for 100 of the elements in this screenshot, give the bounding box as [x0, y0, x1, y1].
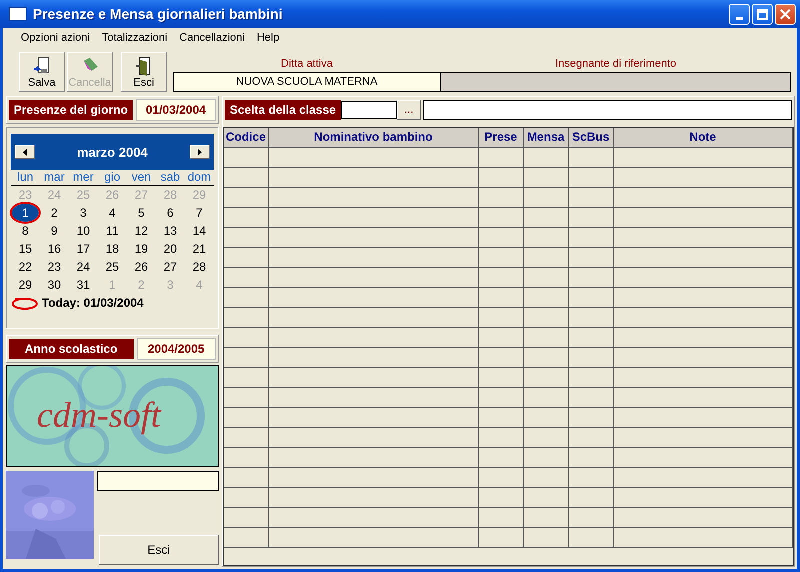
today-label[interactable]: Today: 01/03/2004 [42, 296, 144, 310]
table-cell [524, 288, 569, 308]
school-year-field[interactable]: 2004/2005 [136, 338, 216, 360]
table-cell [479, 488, 524, 508]
table-cell [479, 328, 524, 348]
window-title: Presenze e Mensa giornalieri bambini [33, 6, 284, 22]
calendar-day[interactable]: 24 [70, 258, 97, 276]
table-cell [569, 348, 614, 368]
table-cell [224, 488, 269, 508]
menu-item[interactable]: Totalizzazioni [96, 32, 174, 44]
month-title: marzo 2004 [77, 144, 148, 160]
calendar-day[interactable]: 15 [12, 240, 39, 258]
minimize-button[interactable] [729, 4, 750, 24]
calendar-day[interactable]: 26 [128, 258, 155, 276]
table-cell [479, 408, 524, 428]
table-cell [224, 428, 269, 448]
table-cell [569, 228, 614, 248]
calendar-day[interactable]: 19 [128, 240, 155, 258]
table-cell [224, 408, 269, 428]
table-cell [569, 288, 614, 308]
menu-item[interactable]: Cancellazioni [174, 32, 251, 44]
table-cell [524, 188, 569, 208]
calendar-day[interactable]: 27 [157, 258, 184, 276]
calendar-day[interactable]: 11 [99, 222, 126, 240]
column-header[interactable]: Note [614, 128, 793, 148]
calendar-day[interactable]: 21 [186, 240, 213, 258]
calendar-day[interactable]: 1 [12, 204, 39, 222]
calendar-day[interactable]: 29 [12, 276, 39, 294]
calendar-day[interactable]: 4 [99, 204, 126, 222]
table-cell [569, 468, 614, 488]
table-cell [479, 268, 524, 288]
table-cell [524, 328, 569, 348]
calendar-day[interactable]: 25 [99, 258, 126, 276]
browse-button[interactable]: ... [397, 100, 422, 120]
calendar-day[interactable]: 9 [41, 222, 68, 240]
exit-button[interactable]: Esci [99, 535, 219, 565]
class-name-field[interactable] [423, 100, 792, 120]
calendar-day[interactable]: 8 [12, 222, 39, 240]
table-cell [569, 168, 614, 188]
calendar-day[interactable]: 28 [186, 258, 213, 276]
input-field[interactable] [97, 471, 219, 491]
column-header[interactable]: Codice [224, 128, 269, 148]
today-marker-icon [11, 296, 39, 310]
table-cell [524, 508, 569, 528]
calendar-day[interactable]: 2 [41, 204, 68, 222]
menu-item[interactable]: Help [250, 32, 286, 44]
next-month-button[interactable] [190, 145, 210, 159]
table-cell [524, 268, 569, 288]
table-cell [224, 528, 269, 548]
table-cell [224, 468, 269, 488]
table-cell [479, 508, 524, 528]
logo-text: cdm-soft [37, 394, 161, 436]
column-header[interactable]: ScBus [569, 128, 614, 148]
column-header[interactable]: Mensa [524, 128, 569, 148]
table-cell [224, 508, 269, 528]
table-cell [479, 388, 524, 408]
calendar-day[interactable]: 13 [157, 222, 184, 240]
table-cell [479, 308, 524, 328]
class-label: Scelta della classe [225, 100, 342, 120]
calendar-day[interactable]: 22 [12, 258, 39, 276]
table-cell [524, 448, 569, 468]
calendar-day[interactable]: 31 [70, 276, 97, 294]
previous-month-button[interactable] [15, 145, 35, 159]
table-cell [224, 388, 269, 408]
calendar-day[interactable]: 5 [128, 204, 155, 222]
weekday-label: mar [40, 170, 69, 186]
calendar-day[interactable]: 23 [41, 258, 68, 276]
column-header[interactable]: Prese [479, 128, 524, 148]
weekday-label: gio [98, 170, 127, 186]
teacher-label: Insegnante di riferimento [554, 58, 678, 70]
calendar-day[interactable]: 17 [70, 240, 97, 258]
toolbar-button[interactable]: Esci [121, 52, 167, 92]
table-cell [524, 168, 569, 188]
calendar-day[interactable]: 14 [186, 222, 213, 240]
calendar-day[interactable]: 7 [186, 204, 213, 222]
table-cell [224, 148, 269, 168]
table-cell [479, 148, 524, 168]
calendar-day[interactable]: 16 [41, 240, 68, 258]
calendar-day[interactable]: 3 [70, 204, 97, 222]
company-field[interactable]: NUOVA SCUOLA MATERNA [173, 72, 441, 92]
table-cell [524, 388, 569, 408]
close-button[interactable] [775, 4, 796, 24]
calendar-day[interactable]: 18 [99, 240, 126, 258]
teacher-field[interactable] [441, 72, 791, 92]
table-cell [569, 508, 614, 528]
date-field[interactable]: 01/03/2004 [136, 99, 216, 121]
toolbar-button[interactable]: Salva [19, 52, 65, 92]
maximize-button[interactable] [752, 4, 773, 24]
calendar-day[interactable]: 6 [157, 204, 184, 222]
calendar-day[interactable]: 20 [157, 240, 184, 258]
calendar-day[interactable]: 10 [70, 222, 97, 240]
column-header[interactable]: Nominativo bambino [269, 128, 479, 148]
menu-item[interactable]: Opzioni azioni [15, 32, 96, 44]
calendar-day[interactable]: 12 [128, 222, 155, 240]
calendar-day[interactable]: 30 [41, 276, 68, 294]
class-field[interactable] [341, 101, 398, 119]
table-cell [224, 248, 269, 268]
table-cell [569, 148, 614, 168]
table-cell [569, 388, 614, 408]
weekday-label: lun [11, 170, 40, 186]
